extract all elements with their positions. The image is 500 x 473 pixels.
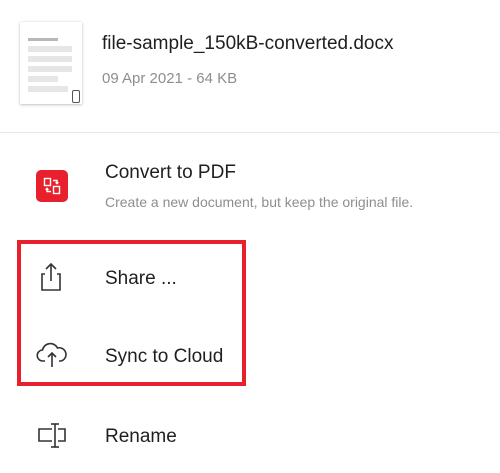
convert-description: Create a new document, but keep the orig… (105, 194, 414, 210)
sync-label: Sync to Cloud (105, 346, 224, 367)
rename-label: Rename (105, 426, 177, 447)
rename-icon (36, 420, 70, 454)
file-name: file-sample_150kB-converted.docx (102, 33, 394, 54)
menu-item-sync-to-cloud[interactable]: Sync to Cloud (0, 326, 500, 386)
file-meta: 09 Apr 2021 - 64 KB (102, 70, 238, 87)
menu-item-rename[interactable]: Rename (0, 406, 500, 466)
share-icon (37, 260, 71, 294)
convert-icon (36, 170, 70, 204)
cloud-upload-icon (36, 340, 70, 374)
divider (0, 132, 500, 133)
share-label: Share ... (105, 268, 177, 289)
device-icon (72, 90, 80, 103)
menu-item-share[interactable]: Share ... (0, 248, 500, 308)
menu-item-convert-to-pdf[interactable]: Convert to PDF Create a new document, bu… (0, 158, 500, 220)
convert-label: Convert to PDF (105, 162, 236, 183)
file-header: file-sample_150kB-converted.docx 09 Apr … (0, 0, 500, 132)
